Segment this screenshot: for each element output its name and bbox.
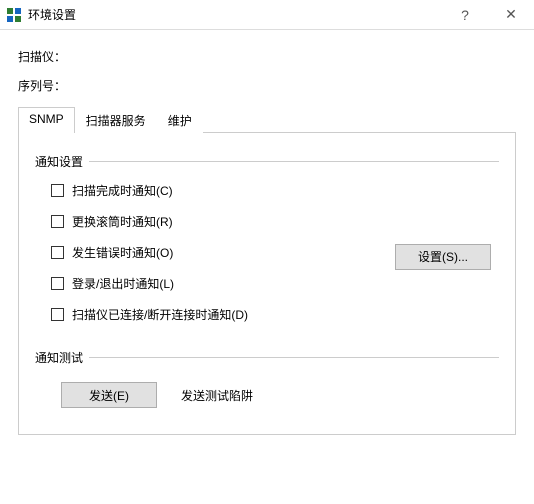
- chk-label: 扫描仪已连接/断开连接时通知(D): [72, 306, 248, 323]
- tab-snmp[interactable]: SNMP: [18, 107, 75, 133]
- help-button[interactable]: ?: [442, 0, 488, 30]
- window-title: 环境设置: [28, 6, 76, 23]
- tab-maintenance[interactable]: 维护: [157, 107, 203, 133]
- chk-connect-disconnect[interactable]: 扫描仪已连接/断开连接时通知(D): [51, 306, 395, 323]
- chk-label: 扫描完成时通知(C): [72, 182, 173, 199]
- app-icon: [6, 7, 22, 23]
- checkbox-icon: [51, 308, 64, 321]
- scanner-label: 扫描仪：: [18, 48, 516, 65]
- notify-test-group: 通知测试 发送(E) 发送测试陷阱: [35, 357, 499, 414]
- chk-login-logout[interactable]: 登录/退出时通知(L): [51, 275, 395, 292]
- checkbox-icon: [51, 246, 64, 259]
- titlebar: 环境设置 ? ✕: [0, 0, 534, 30]
- notify-test-legend: 通知测试: [35, 349, 89, 366]
- tab-scanner-service[interactable]: 扫描器服务: [75, 107, 157, 133]
- checkbox-icon: [51, 215, 64, 228]
- send-button[interactable]: 发送(E): [61, 382, 157, 408]
- chk-error[interactable]: 发生错误时通知(O): [51, 244, 395, 261]
- close-button[interactable]: ✕: [488, 0, 534, 30]
- chk-label: 登录/退出时通知(L): [72, 275, 174, 292]
- chk-scan-complete[interactable]: 扫描完成时通知(C): [51, 182, 395, 199]
- send-desc: 发送测试陷阱: [181, 387, 253, 404]
- notify-settings-group: 通知设置 扫描完成时通知(C) 更换滚筒时通知(R) 发生错误时通知(O): [35, 161, 499, 343]
- tab-panel: 通知设置 扫描完成时通知(C) 更换滚筒时通知(R) 发生错误时通知(O): [18, 133, 516, 435]
- chk-label: 发生错误时通知(O): [72, 244, 173, 261]
- chk-roller-replace[interactable]: 更换滚筒时通知(R): [51, 213, 395, 230]
- notify-settings-legend: 通知设置: [35, 153, 89, 170]
- checkbox-icon: [51, 184, 64, 197]
- serial-label: 序列号：: [18, 77, 516, 94]
- settings-button[interactable]: 设置(S)...: [395, 244, 491, 270]
- tabs: SNMP 扫描器服务 维护: [18, 106, 516, 133]
- chk-label: 更换滚筒时通知(R): [72, 213, 173, 230]
- checkbox-icon: [51, 277, 64, 290]
